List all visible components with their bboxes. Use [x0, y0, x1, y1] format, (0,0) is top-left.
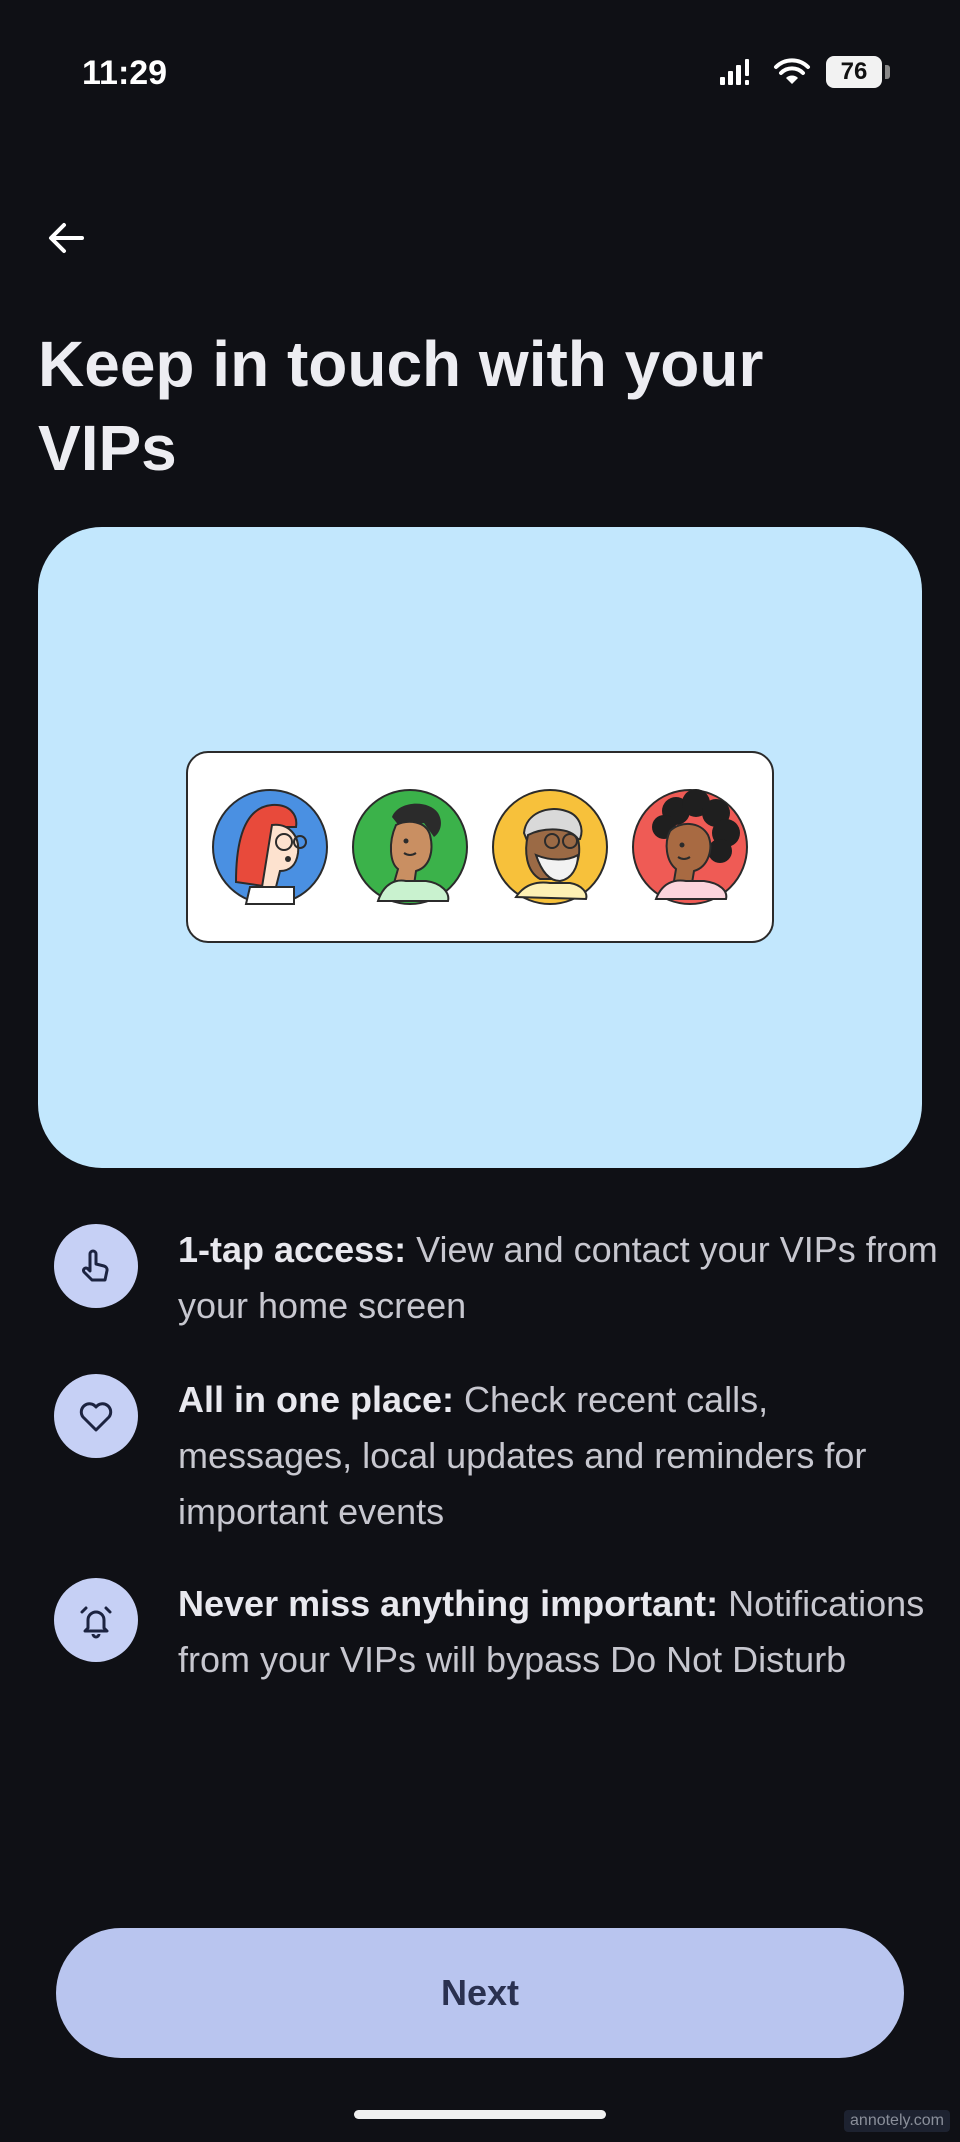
- feature-title: Never miss anything important:: [178, 1583, 719, 1624]
- battery-tip: [885, 65, 890, 79]
- yellow-bearded-glasses-avatar: [492, 789, 608, 905]
- wifi-icon: [774, 58, 810, 84]
- status-icons: 76: [718, 56, 890, 88]
- feature-text-all-in-one: All in one place: Check recent calls, me…: [178, 1372, 938, 1540]
- feature-text-1-tap: 1-tap access: View and contact your VIPs…: [178, 1222, 938, 1334]
- signal-icon: [720, 59, 749, 85]
- red-curly-hair-avatar: [632, 789, 748, 905]
- battery-level: 76: [826, 56, 882, 88]
- tap-hand-icon: [54, 1224, 138, 1308]
- page-title: Keep in touch with your VIPs: [38, 328, 764, 484]
- next-button[interactable]: Next: [56, 1928, 904, 2058]
- green-shirt-avatar: [352, 789, 468, 905]
- status-time: 11:29: [82, 54, 168, 92]
- hero-illustration: [38, 527, 922, 1168]
- red-hair-glasses-avatar: [212, 789, 328, 905]
- status-bar: 11:29 76: [0, 0, 960, 150]
- back-button[interactable]: [38, 210, 94, 266]
- feature-title: All in one place:: [178, 1379, 455, 1420]
- avatar-card: [186, 751, 774, 943]
- alarm-bell-icon: [54, 1578, 138, 1662]
- heart-icon: [54, 1374, 138, 1458]
- home-indicator[interactable]: [354, 2110, 606, 2119]
- feature-text-never-miss: Never miss anything important: Notificat…: [178, 1576, 938, 1688]
- battery-icon: 76: [826, 56, 890, 88]
- feature-title: 1-tap access:: [178, 1229, 407, 1270]
- arrow-left-icon: [49, 223, 84, 253]
- watermark: annotely.com: [844, 2110, 950, 2132]
